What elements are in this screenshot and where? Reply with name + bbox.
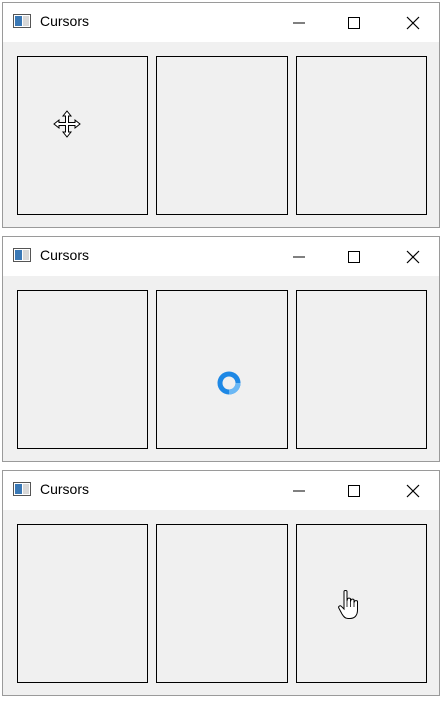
window-title: Cursors — [40, 481, 90, 497]
hand-cursor-icon — [338, 590, 358, 619]
app-icon[interactable] — [13, 248, 31, 262]
busy-cursor-icon — [217, 371, 241, 395]
close-icon — [406, 250, 420, 264]
minimize-button[interactable] — [279, 243, 319, 271]
close-button[interactable] — [393, 243, 433, 271]
maximize-icon — [348, 251, 360, 263]
move-cursor-icon — [53, 110, 81, 138]
minimize-icon — [293, 22, 305, 24]
cursor-panel-1[interactable] — [17, 290, 148, 449]
cursor-panel-1[interactable] — [17, 56, 148, 215]
minimize-button[interactable] — [279, 9, 319, 37]
cursor-panel-2[interactable] — [156, 290, 288, 449]
minimize-button[interactable] — [279, 477, 319, 505]
cursor-panel-2[interactable] — [156, 524, 288, 683]
maximize-button[interactable] — [334, 477, 374, 505]
maximize-icon — [348, 485, 360, 497]
minimize-icon — [293, 256, 305, 258]
cursors-window-3: Cursors — [2, 470, 440, 696]
close-button[interactable] — [393, 9, 433, 37]
close-button[interactable] — [393, 477, 433, 505]
close-icon — [406, 484, 420, 498]
cursors-window-2: Cursors — [2, 236, 440, 462]
title-bar[interactable]: Cursors — [3, 471, 439, 510]
window-title: Cursors — [40, 13, 90, 29]
maximize-icon — [348, 17, 360, 29]
close-icon — [406, 16, 420, 30]
cursor-panel-3[interactable] — [296, 56, 427, 215]
maximize-button[interactable] — [334, 243, 374, 271]
cursor-panel-2[interactable] — [156, 56, 288, 215]
minimize-icon — [293, 490, 305, 492]
title-bar[interactable]: Cursors — [3, 3, 439, 42]
app-icon[interactable] — [13, 14, 31, 28]
title-bar[interactable]: Cursors — [3, 237, 439, 276]
cursor-panel-1[interactable] — [17, 524, 148, 683]
app-icon[interactable] — [13, 482, 31, 496]
maximize-button[interactable] — [334, 9, 374, 37]
cursor-panel-3[interactable] — [296, 524, 427, 683]
cursors-window-1: Cursors — [2, 2, 440, 228]
window-title: Cursors — [40, 247, 90, 263]
cursor-panel-3[interactable] — [296, 290, 427, 449]
